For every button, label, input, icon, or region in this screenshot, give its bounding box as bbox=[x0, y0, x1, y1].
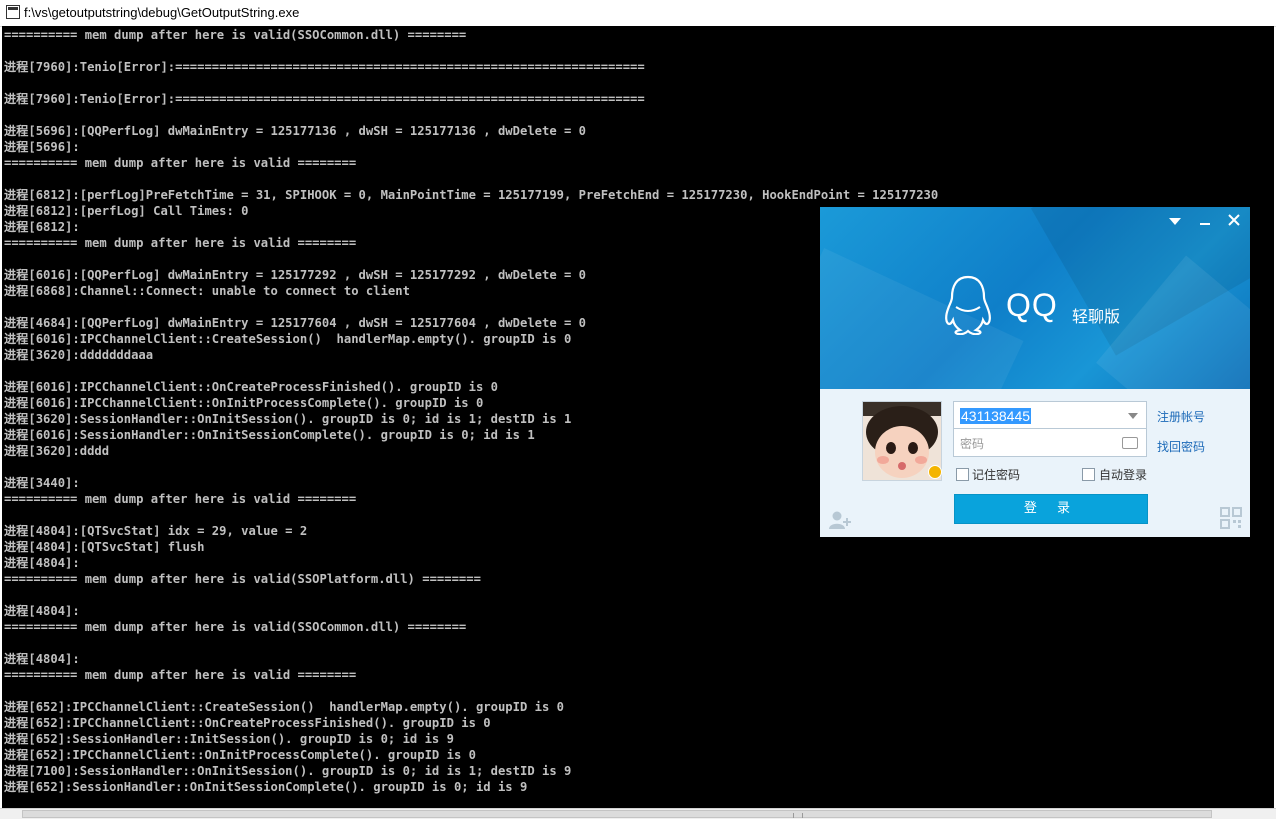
account-dropdown-icon[interactable] bbox=[1128, 413, 1138, 419]
remember-password-checkbox[interactable] bbox=[956, 468, 969, 481]
console-line: ========== mem dump after here is valid … bbox=[4, 156, 357, 170]
qq-penguin-logo-icon bbox=[945, 275, 991, 335]
minimize-icon[interactable] bbox=[1194, 213, 1216, 231]
login-button[interactable]: 登 录 bbox=[954, 494, 1148, 524]
window-title: f:\vs\getoutputstring\debug\GetOutputStr… bbox=[24, 5, 300, 20]
console-line: 进程[6016]:IPCChannelClient::OnInitProcess… bbox=[4, 396, 484, 410]
console-line: ========== mem dump after here is valid … bbox=[4, 236, 357, 250]
qq-banner: QQ 轻聊版 bbox=[820, 207, 1250, 389]
console-line: 进程[6016]:[QQPerfLog] dwMainEntry = 12517… bbox=[4, 268, 587, 282]
qr-code-icon[interactable] bbox=[1220, 507, 1242, 529]
console-line: 进程[5696]:[QQPerfLog] dwMainEntry = 12517… bbox=[4, 124, 587, 138]
console-line: 进程[4804]:[QTSvcStat] idx = 29, value = 2 bbox=[4, 524, 308, 538]
console-line: 进程[4804]: bbox=[4, 604, 80, 618]
qq-brand-subtitle: 轻聊版 bbox=[1072, 307, 1121, 326]
console-line: 进程[6812]:[perfLog] Call Times: 0 bbox=[4, 204, 249, 218]
qq-login-window[interactable]: QQ 轻聊版 431138445 密码 注册帐号 找回密码 记住密码 自动登录 … bbox=[820, 207, 1250, 537]
console-line: 进程[6016]:SessionHandler::OnInitSessionCo… bbox=[4, 428, 535, 442]
console-line: 进程[7960]:Tenio[Error]:==================… bbox=[4, 92, 645, 106]
console-line: 进程[6016]:IPCChannelClient::CreateSession… bbox=[4, 332, 572, 346]
scrollbar-thumb[interactable] bbox=[22, 810, 1212, 818]
online-status-icon[interactable] bbox=[928, 465, 942, 479]
horizontal-scrollbar[interactable] bbox=[0, 808, 1276, 819]
console-line: ========== mem dump after here is valid(… bbox=[4, 572, 481, 586]
console-line: 进程[6812]: bbox=[4, 220, 80, 234]
console-line: 进程[652]:IPCChannelClient::OnCreateProces… bbox=[4, 716, 491, 730]
console-line: 进程[6868]:Channel::Connect: unable to con… bbox=[4, 284, 410, 298]
close-icon[interactable] bbox=[1223, 213, 1245, 231]
console-line: 进程[652]:IPCChannelClient::OnInitProcessC… bbox=[4, 748, 476, 762]
dropdown-menu-icon[interactable] bbox=[1164, 213, 1186, 231]
console-line: ========== mem dump after here is valid … bbox=[4, 668, 357, 682]
console-line: ========== mem dump after here is valid(… bbox=[4, 28, 467, 42]
auto-login-label[interactable]: 自动登录 bbox=[1099, 466, 1147, 483]
soft-keyboard-icon[interactable] bbox=[1122, 437, 1138, 449]
console-line: 进程[652]:SessionHandler::OnInitSessionCom… bbox=[4, 780, 528, 794]
console-line: 进程[3620]:SessionHandler::OnInitSession()… bbox=[4, 412, 572, 426]
console-line: 进程[7100]:SessionHandler::OnInitSession()… bbox=[4, 764, 572, 778]
console-titlebar[interactable]: f:\vs\getoutputstring\debug\GetOutputStr… bbox=[0, 0, 1276, 27]
scrollbar-grip bbox=[793, 813, 803, 818]
console-line: ========== mem dump after here is valid … bbox=[4, 492, 357, 506]
console-line: 进程[4804]: bbox=[4, 556, 80, 570]
register-account-link[interactable]: 注册帐号 bbox=[1157, 408, 1205, 425]
console-line: 进程[4804]:[QTSvcStat] flush bbox=[4, 540, 205, 554]
console-app-icon bbox=[6, 5, 20, 19]
console-line: 进程[6016]:IPCChannelClient::OnCreateProce… bbox=[4, 380, 498, 394]
console-line: 进程[3620]:dddddddaaa bbox=[4, 348, 154, 362]
console-line: ========== mem dump after here is valid(… bbox=[4, 620, 467, 634]
console-line: 进程[3440]: bbox=[4, 476, 80, 490]
recover-password-link[interactable]: 找回密码 bbox=[1157, 438, 1205, 455]
console-line: 进程[5696]: bbox=[4, 140, 80, 154]
console-line: 进程[4804]: bbox=[4, 652, 80, 666]
console-line: 进程[6812]:[perfLog]PreFetchTime = 31, SPI… bbox=[4, 188, 939, 202]
password-placeholder: 密码 bbox=[960, 437, 985, 451]
remember-password-label[interactable]: 记住密码 bbox=[972, 466, 1020, 483]
console-line: 进程[652]:IPCChannelClient::CreateSession(… bbox=[4, 700, 565, 714]
console-line: 进程[4684]:[QQPerfLog] dwMainEntry = 12517… bbox=[4, 316, 587, 330]
console-line: 进程[652]:SessionHandler::InitSession(). g… bbox=[4, 732, 454, 746]
qq-brand-text: QQ bbox=[1006, 287, 1058, 323]
console-line: 进程[7960]:Tenio[Error]:==================… bbox=[4, 60, 645, 74]
password-field[interactable]: 密码 bbox=[953, 429, 1147, 457]
account-combobox[interactable]: 431138445 bbox=[953, 401, 1147, 429]
console-line: 进程[3620]:dddd bbox=[4, 444, 110, 458]
add-account-icon[interactable] bbox=[828, 510, 852, 530]
auto-login-checkbox[interactable] bbox=[1082, 468, 1095, 481]
account-value[interactable]: 431138445 bbox=[960, 408, 1032, 424]
